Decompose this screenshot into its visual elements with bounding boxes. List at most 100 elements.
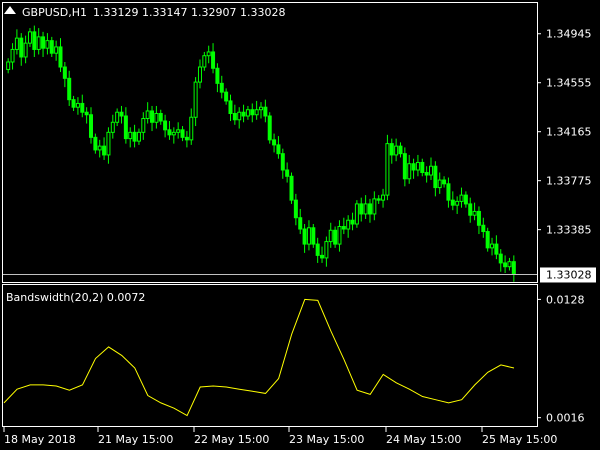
candle-body [276,144,281,155]
candle-body [224,91,229,102]
candle-body [411,163,416,171]
candle-body [176,129,181,133]
candle-body [228,100,233,114]
candle-body [455,200,460,206]
candle-body [180,129,185,138]
candle-body [376,198,381,201]
candle-body [359,203,364,215]
candle-body [463,194,468,205]
candle-body [97,145,102,151]
time-tick-label: 22 May 15:00 [194,433,269,446]
candle-body [237,111,242,121]
candle-body [254,109,259,116]
candle-body [263,106,268,117]
current-price-label: 1.33028 [546,268,592,281]
price-tick-label: 1.34945 [546,28,592,41]
candle-body [280,153,285,171]
candle-body [193,81,198,118]
candle-body [341,226,346,230]
candle-body [211,51,216,69]
candle-body [189,116,194,141]
candle-body [241,111,246,117]
candle-body [415,161,420,171]
time-tick-label: 25 May 15:00 [482,433,557,446]
candle-body [372,198,377,215]
candle-body [381,194,386,201]
symbol-label: GBPUSD,H1 [22,6,87,19]
candle-body [394,145,399,156]
candle-body [424,172,429,176]
candle-body [437,179,442,189]
candle-body [132,131,137,142]
candle-body [14,37,19,50]
candle-body [58,46,63,68]
candle-body [354,203,359,225]
candle-body [324,241,329,259]
candle-body [49,40,54,54]
candle-body [511,261,516,275]
candle-body [485,231,490,249]
candle-body [350,219,355,225]
candle-body [346,219,351,230]
candle-body [102,145,107,156]
candle-body [389,143,394,156]
candle-body [245,109,250,117]
candle-body [145,110,150,120]
candle-body [311,227,316,245]
candle-body [337,226,342,245]
candle-body [93,136,98,151]
candle-body [115,111,120,123]
candle-body [10,48,15,63]
candle-body [119,111,124,117]
candle-body [41,36,46,49]
candle-body [206,51,211,57]
candle-body [333,229,338,245]
candle-body [67,77,72,101]
candle-body [215,67,220,84]
candle-body [507,261,512,268]
candle-body [433,165,438,189]
candle-body [23,42,28,58]
candle-body [141,118,146,133]
candle-body [267,115,272,141]
candle-body [45,40,50,49]
candle-body [259,106,263,111]
candle-body [472,210,477,216]
candle-body [36,36,41,50]
candle-body [84,111,89,116]
time-tick-label: 24 May 15:00 [386,433,461,446]
candle-body [468,203,473,216]
candle-body [298,217,303,230]
price-tick-label: 1.33775 [546,175,592,188]
candle-body [476,210,481,226]
candle-body [32,31,37,50]
candle-body [71,99,76,108]
candle-body [27,31,32,44]
time-tick-label: 21 May 15:00 [98,433,173,446]
candle-body [110,121,115,133]
candle-body [19,37,24,58]
candle-body [442,179,447,185]
candle-body [75,102,80,108]
time-tick-label: 23 May 15:00 [289,433,364,446]
time-tick-label: 18 May 2018 [4,433,76,446]
candle-body [385,143,390,196]
candle-body [123,115,128,140]
candle-body [306,227,311,245]
candle-body [106,131,111,156]
candle-body [171,131,176,136]
candle-body [80,102,85,113]
candle-body [163,120,168,131]
candle-body [367,203,372,215]
indicator-label: Bandswidth(20,2) 0.0072 [6,291,145,304]
candle-body [420,161,425,174]
candle-body [54,46,59,54]
candle-body [202,55,207,68]
candle-body [184,136,189,141]
candle-body [158,112,163,122]
candle-body [450,199,455,206]
candle-body [167,129,172,136]
candle-body [285,169,290,177]
candle-body [328,229,333,243]
chart-canvas: GBPUSD,H1 1.33129 1.33147 1.32907 1.3302… [0,0,600,450]
